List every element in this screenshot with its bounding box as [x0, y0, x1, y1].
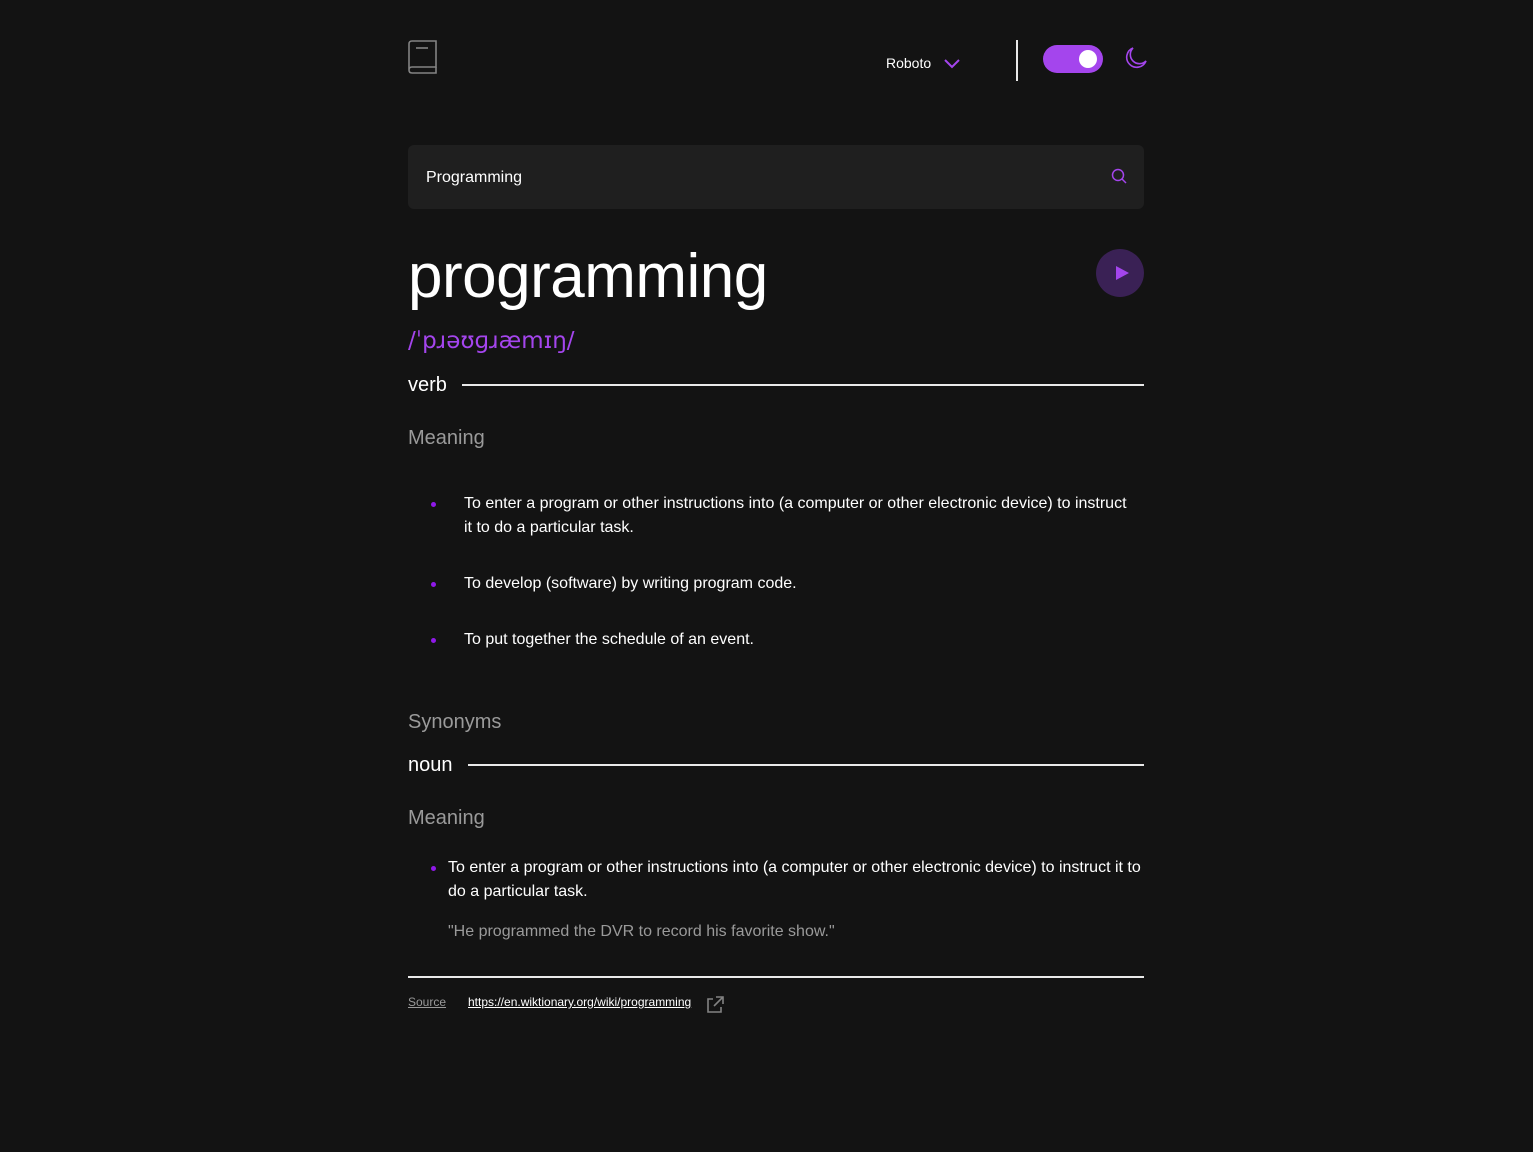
book-icon[interactable]: [408, 40, 438, 74]
source-label: Source: [408, 995, 447, 1009]
toggle-knob: [1079, 50, 1097, 68]
definition-text: To put together the schedule of an event…: [464, 631, 754, 648]
bullet: [431, 866, 436, 871]
search-input[interactable]: [424, 145, 1108, 211]
definition-list: To enter a program or other instructions…: [431, 856, 1144, 904]
pos-divider: [462, 384, 1144, 386]
phonetic: /ˈpɹəʊɡɹæmɪŋ/: [408, 328, 575, 354]
definition-list: To enter a program or other instructions…: [431, 492, 1128, 652]
header-divider: [1016, 40, 1018, 81]
definition-text: To develop (software) by writing program…: [464, 575, 797, 592]
font-select-value: Roboto: [886, 55, 932, 71]
list-item: To develop (software) by writing program…: [431, 572, 1128, 596]
chevron-down-icon: [944, 59, 960, 69]
footer-divider: [408, 976, 1144, 978]
word-title: programming: [408, 242, 768, 311]
list-item: To enter a program or other instructions…: [431, 856, 1144, 904]
dictionary-app: Roboto programming /ˈpɹəʊɡɹæmɪŋ/ verb Me…: [408, 0, 1147, 1152]
definition-text: To enter a program or other instructions…: [448, 859, 1141, 900]
part-of-speech-verb: verb: [408, 374, 447, 396]
theme-toggle[interactable]: [1043, 45, 1103, 73]
search-bar: [408, 145, 1144, 211]
meaning-label: Meaning: [408, 427, 485, 449]
synonyms-label: Synonyms: [408, 711, 502, 733]
pos-divider: [468, 764, 1144, 766]
list-item: To enter a program or other instructions…: [431, 492, 1128, 540]
moon-icon[interactable]: [1124, 46, 1148, 70]
bullet: [431, 638, 436, 643]
bullet: [431, 582, 436, 587]
meaning-label: Meaning: [408, 807, 485, 829]
play-icon: [1116, 266, 1129, 280]
part-of-speech-noun: noun: [408, 754, 453, 776]
source-link[interactable]: https://en.wiktionary.org/wiki/programmi…: [468, 995, 691, 1009]
definition-text: To enter a program or other instructions…: [464, 495, 1127, 536]
example-text: "He programmed the DVR to record his fav…: [448, 923, 835, 940]
search-icon[interactable]: [1111, 168, 1127, 184]
external-link-icon[interactable]: [705, 995, 725, 1015]
list-item: To put together the schedule of an event…: [431, 628, 1128, 652]
bullet: [431, 502, 436, 507]
play-button[interactable]: [1096, 249, 1144, 297]
font-select[interactable]: Roboto: [886, 48, 961, 78]
